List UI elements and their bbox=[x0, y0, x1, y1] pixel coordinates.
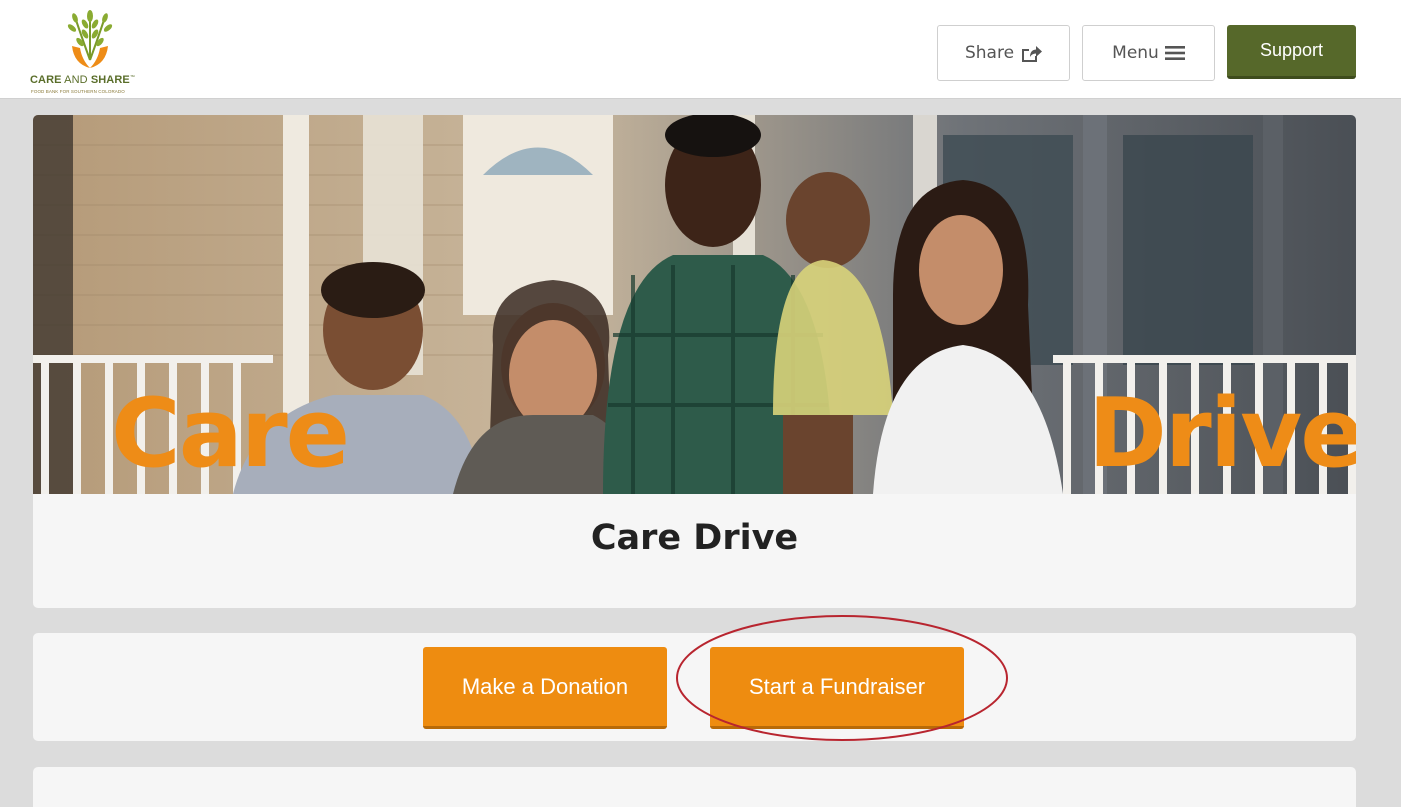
start-fundraiser-button[interactable]: Start a Fundraiser bbox=[710, 647, 964, 729]
hamburger-icon bbox=[1164, 46, 1185, 60]
action-panel bbox=[33, 633, 1356, 741]
share-icon bbox=[1022, 45, 1043, 62]
logo-share-text: SHARE bbox=[90, 74, 130, 86]
site-header: CARE AND SHARE™ FOOD BANK FOR SOUTHERN C… bbox=[0, 0, 1401, 99]
content-panel bbox=[33, 767, 1356, 807]
hero-banner: Care Drive bbox=[33, 115, 1356, 494]
logo-and-text: AND bbox=[61, 74, 91, 86]
hero-word-care: Care bbox=[111, 379, 350, 489]
trademark-symbol: ™ bbox=[129, 74, 135, 81]
logo-tagline: FOOD BANK FOR SOUTHERN COLORADO bbox=[31, 89, 125, 94]
logo-wordmark: CARE AND SHARE™ bbox=[30, 74, 135, 86]
support-button[interactable]: Support bbox=[1227, 25, 1356, 79]
make-donation-button[interactable]: Make a Donation bbox=[423, 647, 667, 729]
share-button[interactable]: Share bbox=[937, 25, 1070, 81]
menu-label: Menu bbox=[1112, 43, 1159, 63]
logo-care-text: CARE bbox=[30, 74, 62, 86]
care-and-share-logo[interactable]: CARE AND SHARE™ FOOD BANK FOR SOUTHERN C… bbox=[30, 8, 180, 94]
title-panel: Care Drive bbox=[33, 494, 1356, 608]
wheat-hands-icon bbox=[67, 10, 113, 68]
hero-word-drive: Drive bbox=[1088, 379, 1356, 489]
page-title: Care Drive bbox=[590, 518, 799, 558]
share-label: Share bbox=[964, 43, 1015, 63]
menu-button[interactable]: Menu bbox=[1082, 25, 1215, 81]
